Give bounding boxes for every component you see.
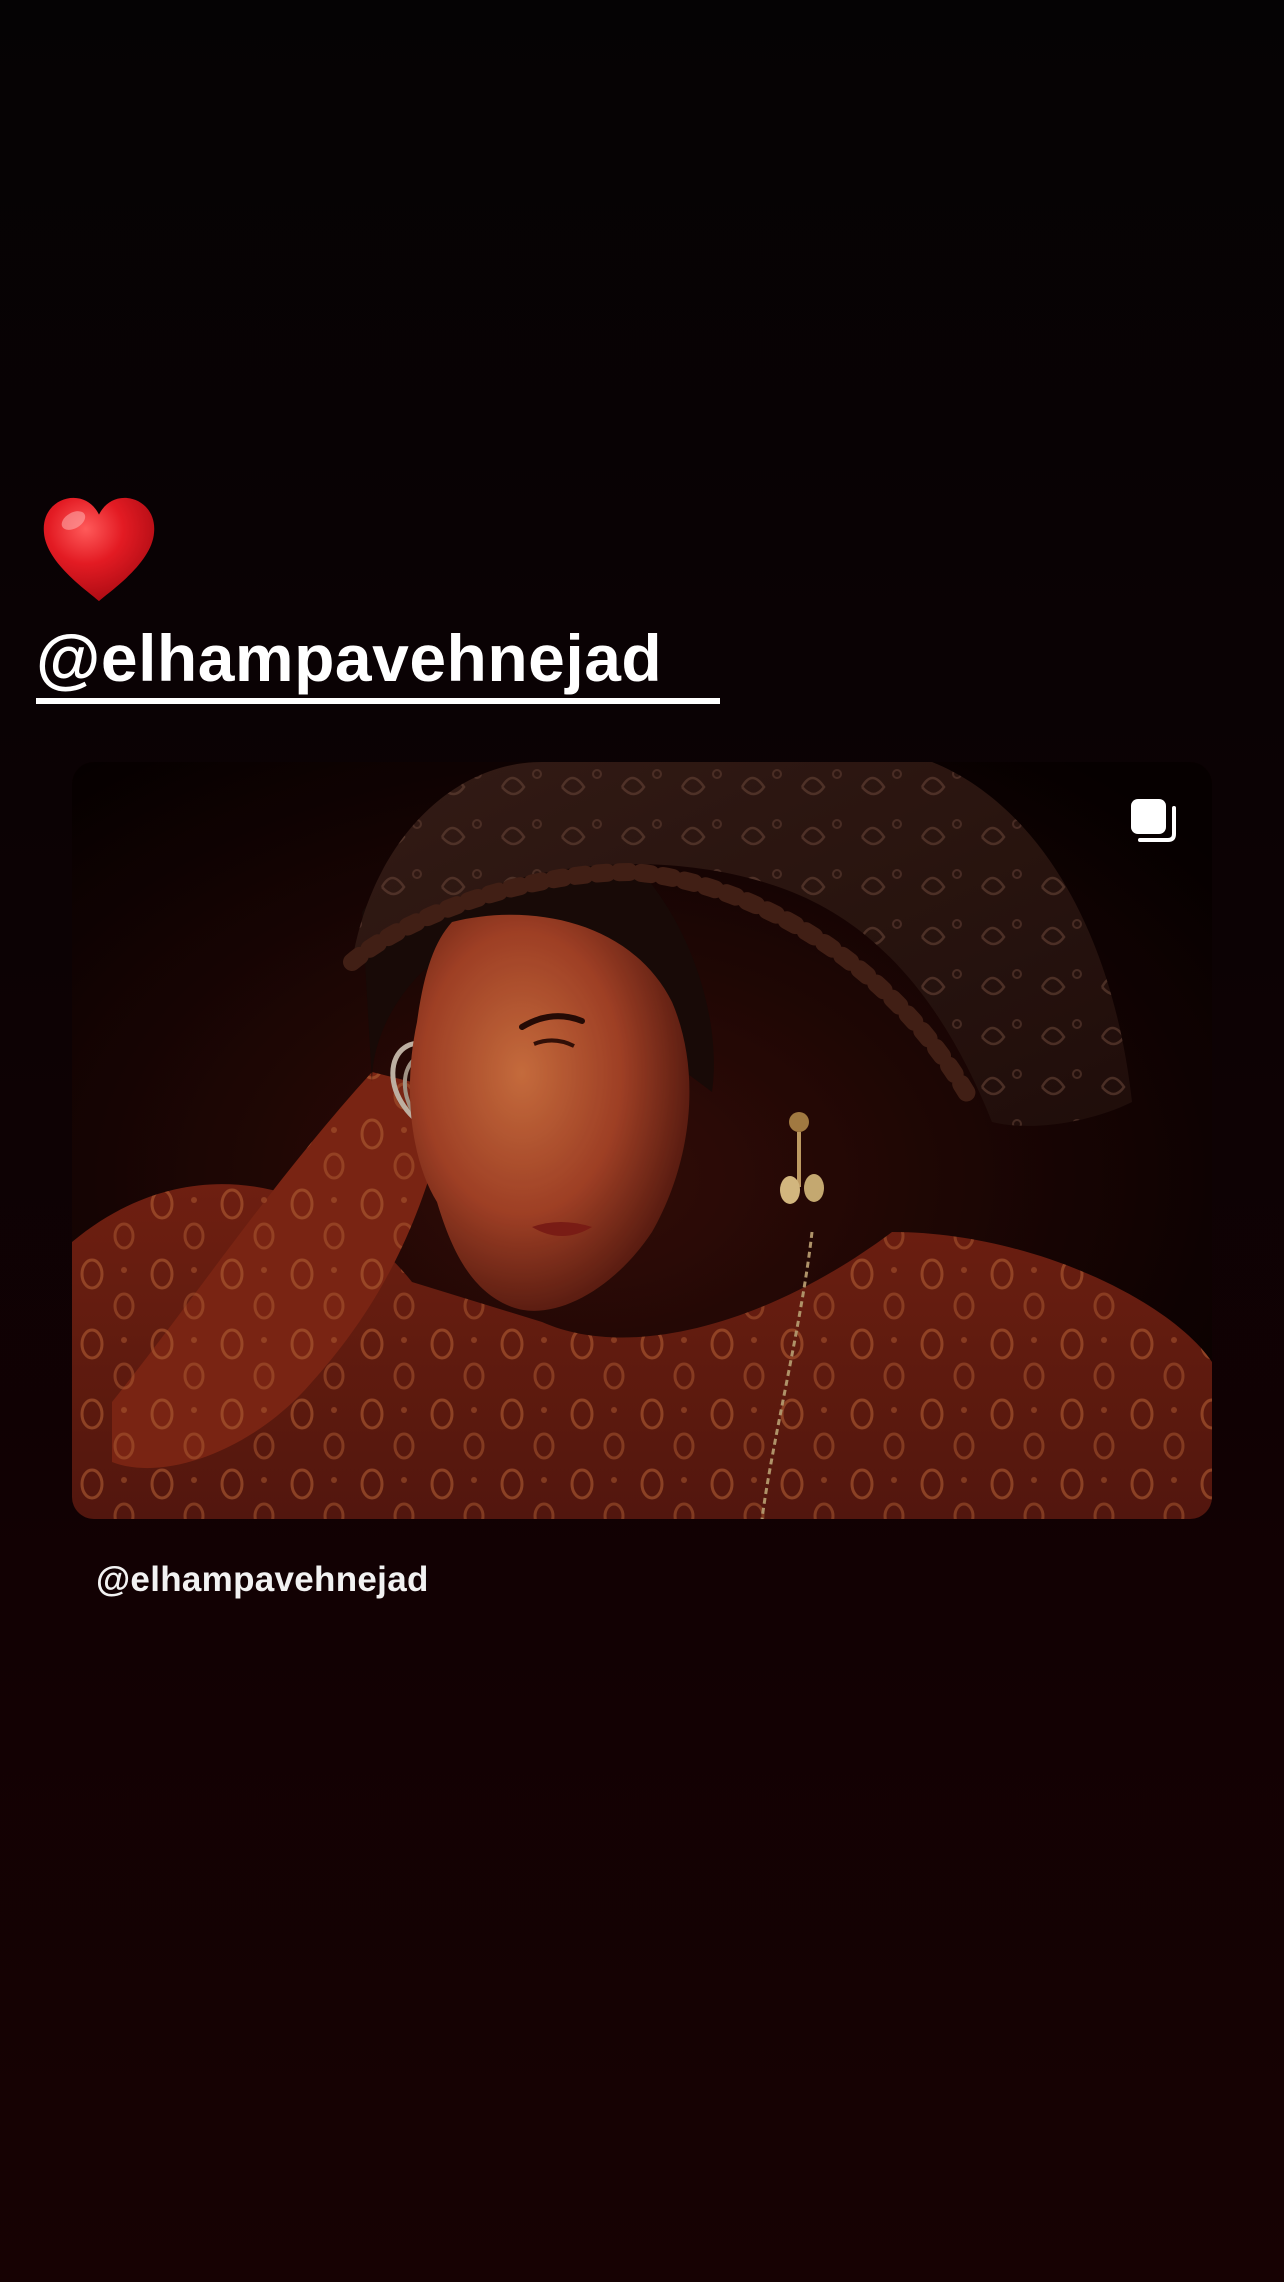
post-caption[interactable]: @elhampavehnejad [96,1560,429,1600]
mention-sticker[interactable]: @elhampavehnejad [36,618,721,704]
heart-sticker-icon[interactable] [40,494,158,609]
post-photo [72,762,1212,1519]
shared-post-card[interactable] [72,762,1212,1519]
story-canvas: @elhampavehnejad @elhampavehnejad [0,0,1284,2282]
carousel-icon [1131,799,1176,842]
